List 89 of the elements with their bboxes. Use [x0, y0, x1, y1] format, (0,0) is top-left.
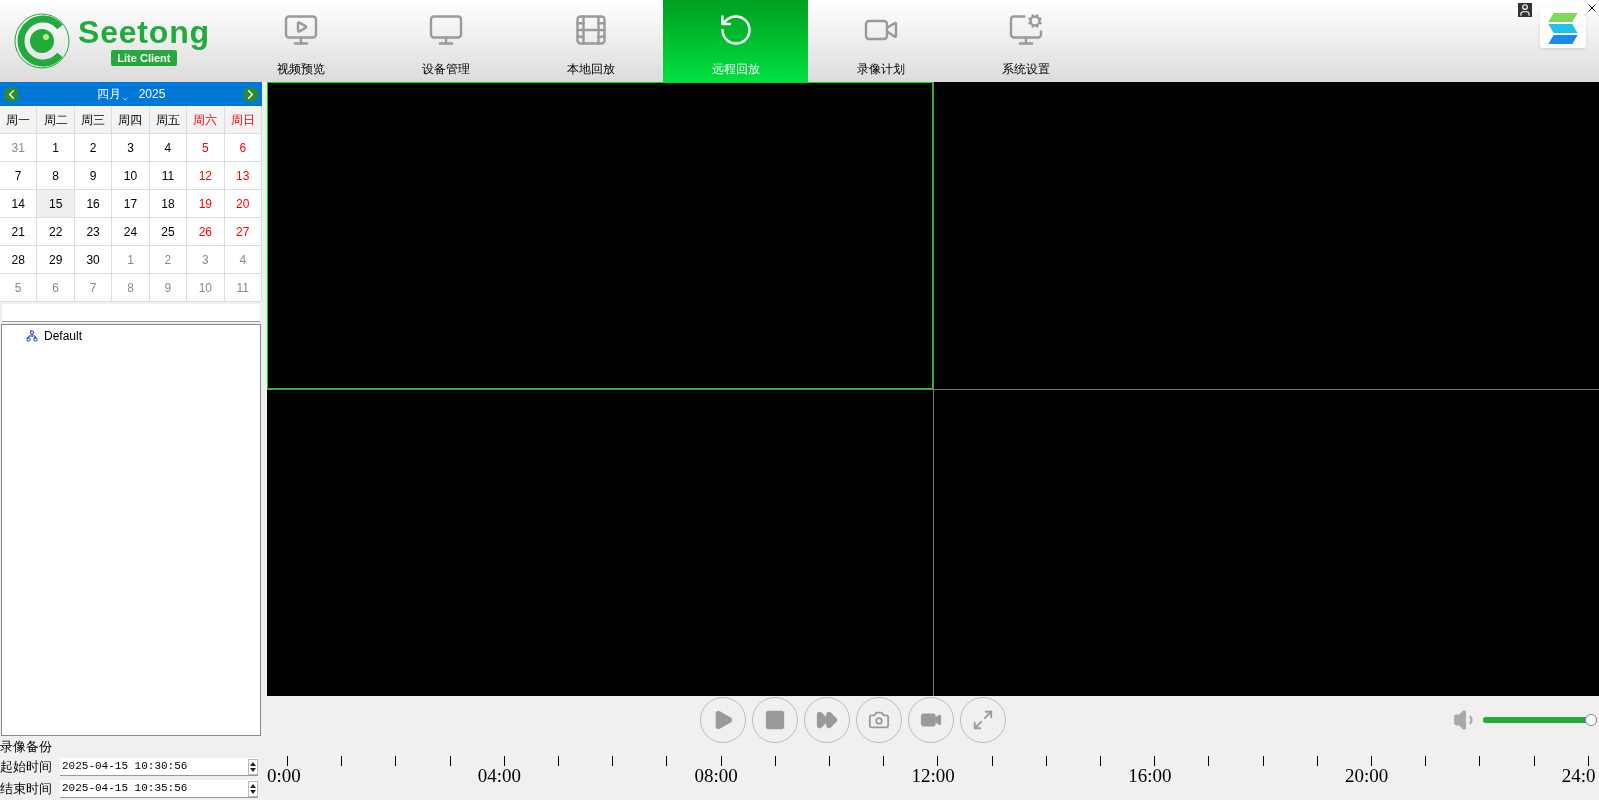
weekday-label: 周四	[112, 106, 150, 133]
calendar-day[interactable]: 8	[37, 162, 75, 189]
calendar-day[interactable]: 30	[74, 246, 113, 273]
video-cell[interactable]	[267, 82, 933, 389]
calendar-day[interactable]: 13	[224, 162, 262, 189]
calendar-day[interactable]: 6	[224, 134, 262, 161]
calendar-day[interactable]: 25	[149, 218, 188, 245]
stop-icon	[764, 709, 786, 731]
logo-text: Seetong	[78, 15, 210, 48]
monitor-play-icon	[282, 12, 319, 48]
year-label[interactable]: 2025	[138, 85, 166, 103]
calendar-day[interactable]: 10	[112, 162, 150, 189]
calendar-day[interactable]: 2	[74, 134, 113, 161]
calendar-day[interactable]: 9	[149, 274, 188, 301]
weekday-label: 周二	[37, 106, 75, 133]
weekday-label: 周日	[224, 106, 262, 133]
nav-tab[interactable]: 设备管理	[373, 0, 518, 82]
calendar-day[interactable]: 28	[0, 246, 38, 273]
datetime-field[interactable]: 2025-04-15 10:35:56	[60, 780, 258, 798]
calendar-day[interactable]: 18	[149, 190, 188, 217]
datetime-field[interactable]: 2025-04-15 10:30:56	[60, 758, 258, 776]
app-logo-icon	[1540, 8, 1586, 48]
logo-icon	[14, 13, 70, 69]
calendar-day[interactable]: 17	[112, 190, 150, 217]
calendar-day[interactable]: 6	[37, 274, 75, 301]
weekday-label: 周五	[149, 106, 188, 133]
caret-icon	[120, 95, 129, 103]
calendar-day[interactable]: 3	[187, 246, 225, 273]
calendar-day[interactable]: 2	[149, 246, 188, 273]
calendar-day[interactable]: 20	[224, 190, 262, 217]
nav-tab[interactable]: 录像计划	[808, 0, 953, 82]
snapshot-icon	[868, 709, 890, 731]
video-cell[interactable]	[933, 82, 1599, 389]
calendar-day[interactable]: 12	[187, 162, 225, 189]
monitor-icon	[427, 12, 464, 48]
weekday-label: 周三	[74, 106, 113, 133]
time-label: 24:0	[1561, 764, 1596, 788]
video-cell[interactable]	[933, 389, 1599, 696]
calendar-day[interactable]: 21	[0, 218, 38, 245]
calendar-day[interactable]: 1	[37, 134, 75, 161]
calendar-day[interactable]: 29	[37, 246, 75, 273]
time-label: 0:00	[267, 764, 301, 788]
calendar-day[interactable]: 10	[187, 274, 225, 301]
calendar-day[interactable]: 5	[187, 134, 225, 161]
calendar-day[interactable]: 23	[74, 218, 113, 245]
calendar-day[interactable]: 24	[112, 218, 150, 245]
nav-tab[interactable]: 系统设置	[953, 0, 1098, 82]
monitor-gear-icon	[1007, 12, 1044, 48]
calendar-day[interactable]: 7	[0, 162, 38, 189]
calendar-day[interactable]: 19	[187, 190, 225, 217]
calendar-day[interactable]: 8	[112, 274, 150, 301]
weekday-label: 周六	[187, 106, 225, 133]
user-icon	[1518, 3, 1532, 17]
close-icon[interactable]	[1586, 2, 1598, 14]
video-cell[interactable]	[267, 389, 933, 696]
logo-badge: Lite Client	[111, 49, 177, 67]
calendar-day[interactable]: 11	[149, 162, 188, 189]
weekday-label: 周一	[0, 106, 38, 133]
field-label: 结束时间	[0, 780, 53, 799]
backup-title: 录像备份	[0, 738, 53, 756]
time-label: 04:00	[477, 764, 522, 788]
field-label: 起始时间	[0, 758, 53, 777]
calendar-day[interactable]: 3	[112, 134, 150, 161]
time-label: 16:00	[1128, 764, 1172, 788]
calendar-day[interactable]: 9	[74, 162, 113, 189]
spinner-icon[interactable]	[248, 758, 258, 775]
next-month-icon[interactable]	[243, 86, 258, 102]
calendar-day[interactable]: 15	[37, 190, 75, 217]
search-field[interactable]	[2, 304, 260, 322]
calendar-day[interactable]: 4	[149, 134, 188, 161]
nav-tab[interactable]: 本地回放	[518, 0, 663, 82]
spinner-icon[interactable]	[248, 780, 258, 797]
timeline[interactable]: 0:00 04:00 08:00 12:00 16:00 20:00 24:0	[267, 744, 1599, 800]
time-label: 08:00	[694, 764, 738, 788]
volume-slider[interactable]	[1483, 713, 1597, 727]
group-icon	[26, 330, 38, 342]
tree-item[interactable]: Default	[44, 327, 83, 345]
time-label: 20:00	[1345, 764, 1389, 788]
calendar-day[interactable]: 16	[74, 190, 113, 217]
calendar-day[interactable]: 22	[37, 218, 75, 245]
calendar-day[interactable]: 27	[224, 218, 262, 245]
fast-forward-icon	[816, 709, 838, 731]
fullscreen-icon	[972, 709, 994, 731]
month-dropdown[interactable]: 四月	[96, 85, 129, 103]
calendar-day[interactable]: 31	[0, 134, 38, 161]
nav-tab[interactable]: 视频预览	[228, 0, 373, 82]
calendar-day[interactable]: 26	[187, 218, 225, 245]
previous-month-icon[interactable]	[4, 86, 19, 102]
time-label: 12:00	[911, 764, 955, 788]
